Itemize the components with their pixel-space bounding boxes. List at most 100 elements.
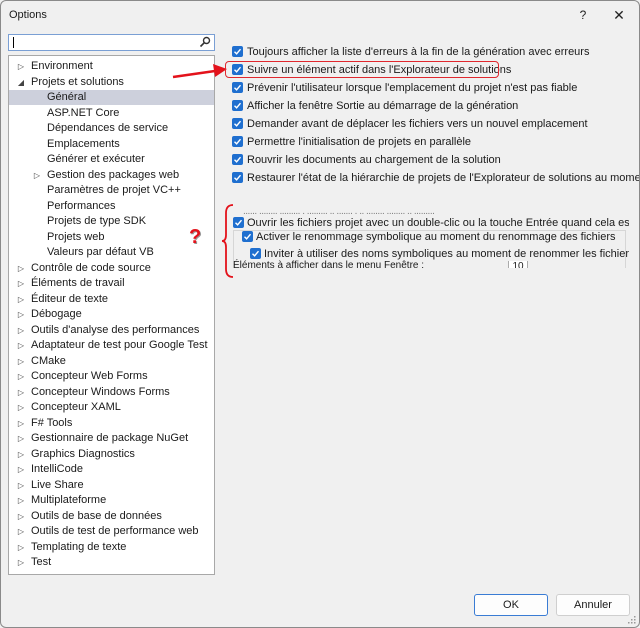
option-label: Afficher la fenêtre Sortie au démarrage … (247, 100, 519, 112)
checkbox[interactable] (250, 248, 261, 259)
check-icon (234, 48, 242, 55)
resize-grip-icon[interactable] (628, 616, 636, 624)
checkbox[interactable] (232, 172, 243, 183)
tree-item[interactable]: Général (9, 90, 214, 105)
collapsed-arrow-icon[interactable]: ▷ (16, 292, 26, 307)
window-title: Options (9, 9, 47, 21)
tree-item-label: Test (31, 556, 52, 568)
checkbox[interactable] (232, 46, 243, 57)
tree-item[interactable]: ▷ Live Share (9, 478, 214, 493)
tree-item[interactable]: ▷ Éditeur de texte (9, 292, 214, 307)
window-menu-count-field[interactable]: 10 (508, 261, 528, 268)
expanded-arrow-icon[interactable]: ◢ (16, 75, 26, 90)
tree-item[interactable]: ▷ Adaptateur de test pour Google Test (9, 338, 214, 353)
tree-item[interactable]: ▷ Outils d'analyse des performances (9, 323, 214, 338)
tree-item[interactable]: ▷ Débogage (9, 307, 214, 322)
tree-item[interactable]: ▷ Concepteur XAML (9, 400, 214, 415)
collapsed-arrow-icon[interactable]: ▷ (16, 369, 26, 384)
search-icon[interactable] (199, 36, 211, 48)
tree-item-label: Performances (47, 199, 116, 212)
checkbox[interactable] (232, 154, 243, 165)
option-label: Toujours afficher la liste d'erreurs à l… (247, 46, 590, 58)
collapsed-arrow-icon[interactable]: ▷ (16, 276, 26, 291)
tree-item[interactable]: ▷ CMake (9, 354, 214, 369)
option-label: Restaurer l'état de la hiérarchie de pro… (247, 172, 640, 184)
collapsed-arrow-icon[interactable]: ▷ (16, 540, 26, 555)
tree-item[interactable]: ▷ Multiplateforme (9, 493, 214, 508)
search-input[interactable] (8, 34, 215, 51)
tree-item-label: Multiplateforme (31, 494, 107, 506)
tree-item[interactable]: ▷ Outils de base de données (9, 509, 214, 524)
tree-item[interactable]: ▷ Test (9, 555, 214, 570)
highlight-box-annotation (225, 61, 499, 78)
tree-item-label: Outils de test de performance web (31, 525, 199, 537)
tree-item[interactable]: ▷ Contrôle de code source (9, 261, 214, 276)
collapsed-arrow-icon[interactable]: ▷ (16, 323, 26, 338)
tree-item-label: Contrôle de code source (31, 261, 151, 274)
ok-button[interactable]: OK (474, 594, 548, 616)
scrolled-options-panel: ...... ........ ......... . ......... ..… (233, 210, 629, 268)
tree-item[interactable]: ▷ F# Tools (9, 416, 214, 431)
tree-item-label: Générer et exécuter (47, 153, 145, 165)
collapsed-arrow-icon[interactable]: ▷ (16, 524, 26, 539)
checkbox[interactable] (232, 136, 243, 147)
collapsed-arrow-icon[interactable]: ▷ (16, 509, 26, 524)
tree-item[interactable]: ▷ Graphics Diagnostics (9, 447, 214, 462)
tree-item-label: Éditeur de texte (31, 292, 109, 305)
collapsed-arrow-icon[interactable]: ▷ (16, 462, 26, 477)
checkbox[interactable] (242, 231, 253, 242)
collapsed-arrow-icon[interactable]: ▷ (16, 261, 26, 276)
tree-item-label: Adaptateur de test pour Google Test (31, 339, 208, 351)
collapsed-arrow-icon[interactable]: ▷ (16, 416, 26, 431)
close-button[interactable]: ✕ (605, 5, 633, 25)
collapsed-arrow-icon[interactable]: ▷ (16, 307, 26, 322)
collapsed-arrow-icon[interactable]: ▷ (16, 493, 26, 508)
collapsed-arrow-icon[interactable]: ▷ (16, 59, 26, 74)
checkbox[interactable] (232, 118, 243, 129)
tree-item[interactable]: ASP.NET Core (9, 106, 214, 121)
tree-item[interactable]: Paramètres de projet VC++ (9, 183, 214, 198)
check-icon (234, 102, 242, 109)
collapsed-arrow-icon[interactable]: ▷ (16, 400, 26, 415)
tree-item[interactable]: ▷ Gestion des packages web (9, 168, 214, 183)
tree-item-label: Concepteur XAML (31, 401, 121, 413)
collapsed-arrow-icon[interactable]: ▷ (16, 555, 26, 570)
tree-item[interactable]: Dépendances de service (9, 121, 214, 136)
tree-item[interactable]: Projets de type SDK (9, 214, 214, 229)
text-caret (13, 37, 14, 48)
tree-item[interactable]: Projets web (9, 230, 214, 245)
collapsed-arrow-icon[interactable]: ▷ (16, 431, 26, 446)
tree-item-label: Projets de type SDK (47, 215, 147, 227)
tree-item[interactable]: ▷ Outils de test de performance web (9, 524, 214, 539)
checkbox[interactable] (232, 100, 243, 111)
tree-item[interactable]: Performances (9, 199, 214, 214)
collapsed-arrow-icon[interactable]: ▷ (16, 385, 26, 400)
help-button[interactable]: ? (569, 5, 597, 25)
check-icon (234, 174, 242, 181)
collapsed-arrow-icon[interactable]: ▷ (16, 447, 26, 462)
collapsed-arrow-icon[interactable]: ▷ (32, 168, 42, 183)
tree-item[interactable]: ▷ Concepteur Windows Forms (9, 385, 214, 400)
tree-item[interactable]: Emplacements (9, 137, 214, 152)
tree-item[interactable]: ▷ IntelliCode (9, 462, 214, 477)
red-arrow-annotation (172, 64, 227, 79)
collapsed-arrow-icon[interactable]: ▷ (16, 478, 26, 493)
collapsed-arrow-icon[interactable]: ▷ (16, 338, 26, 353)
tree-item[interactable]: Valeurs par défaut VB (9, 245, 214, 260)
checkbox[interactable] (232, 82, 243, 93)
tree-item-label: F# Tools (31, 416, 73, 429)
tree-item[interactable]: ▷ Gestionnaire de package NuGet (9, 431, 214, 446)
check-icon (235, 219, 243, 226)
check-icon (234, 156, 242, 163)
tree-item[interactable]: ▷ Concepteur Web Forms (9, 369, 214, 384)
tree-item[interactable]: ▷ Templating de texte (9, 540, 214, 555)
tree-item[interactable]: Générer et exécuter (9, 152, 214, 167)
tree-item-label: Live Share (31, 478, 84, 491)
tree-item[interactable]: ▷ Éléments de travail (9, 276, 214, 291)
tree-item-label: Outils d'analyse des performances (31, 323, 200, 336)
options-tree[interactable]: ▷ Environment ◢ Projets et solutions Général… (8, 55, 215, 575)
cancel-button[interactable]: Annuler (556, 594, 630, 616)
collapsed-arrow-icon[interactable]: ▷ (16, 354, 26, 369)
tree-item-label: Gestionnaire de package NuGet (31, 432, 189, 444)
tree-item-label: Projets web (47, 230, 105, 243)
